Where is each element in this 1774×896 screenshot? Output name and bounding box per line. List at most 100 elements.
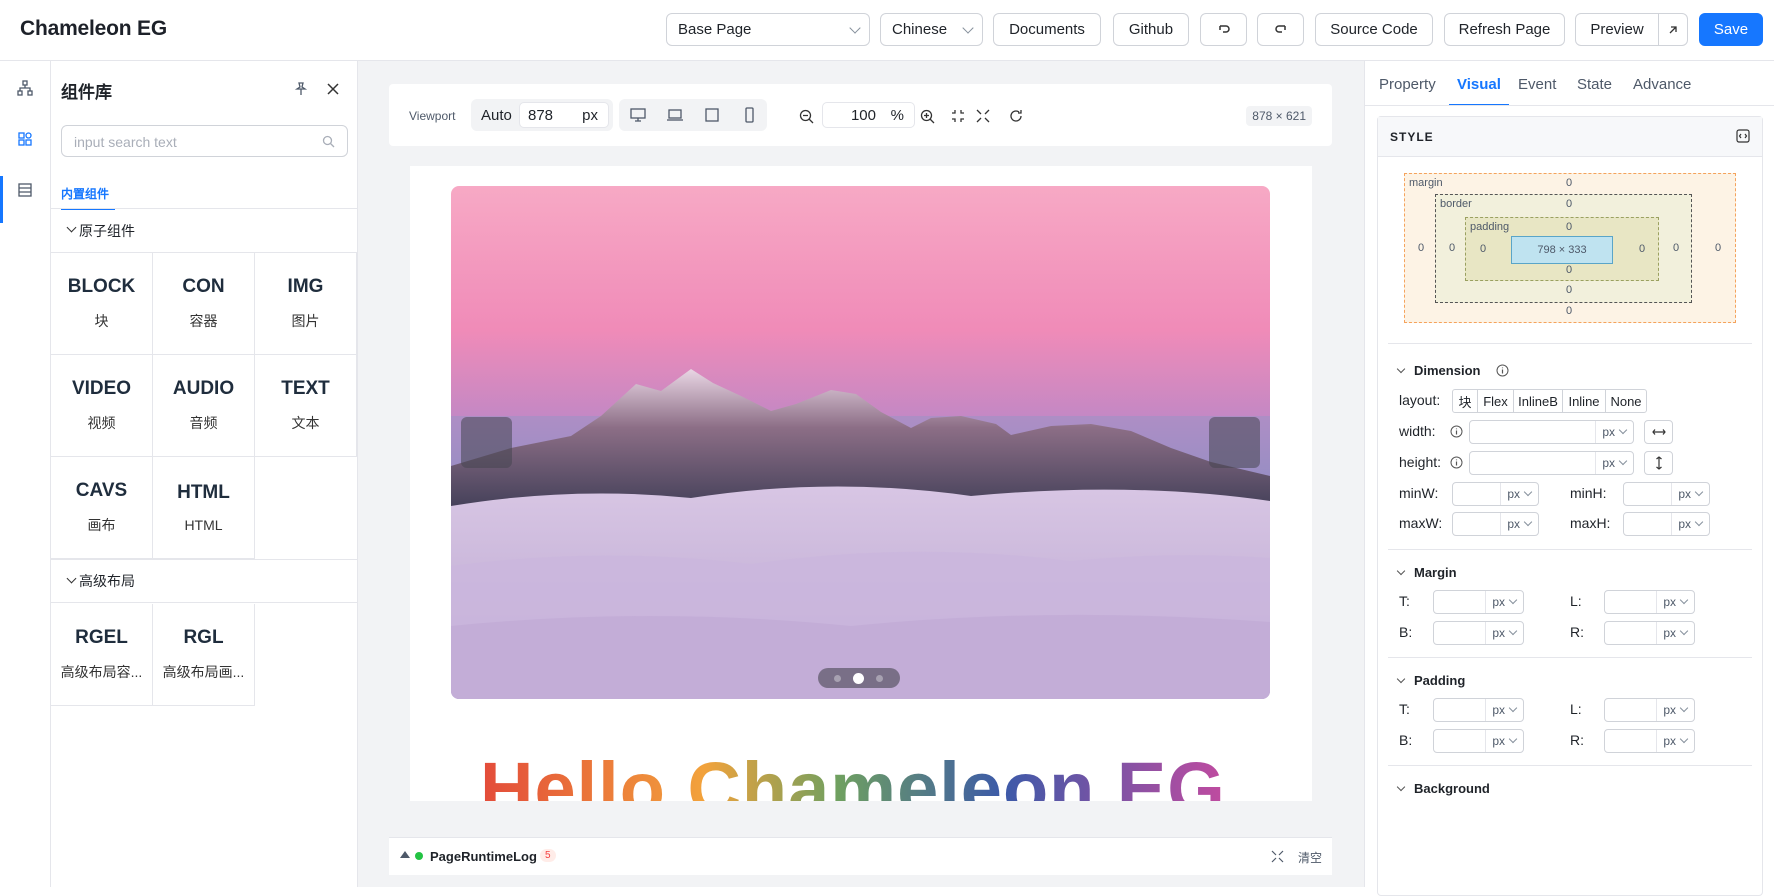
margin-left-input[interactable]: px bbox=[1604, 590, 1695, 614]
component-canvas[interactable]: CAVS 画布 bbox=[51, 457, 153, 559]
component-container[interactable]: CON 容器 bbox=[153, 253, 255, 355]
layout-option-flex[interactable]: Flex bbox=[1477, 389, 1514, 413]
viewport-mode[interactable]: Auto bbox=[481, 107, 512, 124]
border-top-value[interactable]: 0 bbox=[1566, 198, 1572, 210]
margin-top-value[interactable]: 0 bbox=[1566, 177, 1572, 189]
margin-top-input[interactable]: px bbox=[1433, 590, 1524, 614]
components-icon[interactable] bbox=[15, 129, 35, 149]
padding-bottom-value[interactable]: 0 bbox=[1566, 264, 1572, 276]
margin-section-header[interactable]: Margin bbox=[1396, 565, 1457, 580]
zoom-out-icon[interactable] bbox=[799, 109, 814, 124]
zoom-input[interactable]: 100 % bbox=[822, 102, 915, 128]
clear-log-button[interactable]: 清空 bbox=[1298, 849, 1322, 866]
component-rgl[interactable]: RGL 高级布局画... bbox=[153, 604, 255, 706]
zoom-in-icon[interactable] bbox=[920, 109, 935, 124]
fit-icon[interactable] bbox=[951, 109, 965, 123]
margin-right-input[interactable]: px bbox=[1604, 621, 1695, 645]
github-button[interactable]: Github bbox=[1113, 13, 1189, 46]
preview-button[interactable]: Preview bbox=[1575, 13, 1659, 46]
border-right-value[interactable]: 0 bbox=[1673, 242, 1679, 254]
layout-option-inlineb[interactable]: InlineB bbox=[1513, 389, 1563, 413]
expand-caret-icon[interactable] bbox=[400, 851, 410, 858]
padding-right-unit[interactable]: px bbox=[1656, 730, 1694, 752]
redo-button[interactable] bbox=[1257, 13, 1304, 46]
data-list-icon[interactable] bbox=[15, 180, 35, 200]
padding-left-input[interactable]: px bbox=[1604, 698, 1695, 722]
page-select[interactable]: Base Page bbox=[666, 13, 870, 46]
page-canvas[interactable]: Hello Chameleon EG bbox=[410, 166, 1312, 801]
margin-right-unit[interactable]: px bbox=[1656, 622, 1694, 644]
carousel-dot[interactable] bbox=[876, 675, 883, 682]
carousel-dot-active[interactable] bbox=[853, 673, 864, 684]
tree-icon[interactable] bbox=[15, 78, 35, 98]
border-left-value[interactable]: 0 bbox=[1449, 242, 1455, 254]
search-input[interactable]: input search text bbox=[61, 125, 348, 157]
width-unit[interactable]: px bbox=[1595, 421, 1633, 443]
source-code-button[interactable]: Source Code bbox=[1315, 13, 1433, 46]
tab-event[interactable]: Event bbox=[1518, 76, 1556, 93]
layout-option-none[interactable]: None bbox=[1605, 389, 1647, 413]
laptop-icon[interactable] bbox=[666, 107, 684, 123]
min-width-unit[interactable]: px bbox=[1500, 483, 1538, 505]
tab-visual[interactable]: Visual bbox=[1457, 76, 1501, 93]
close-icon[interactable] bbox=[326, 82, 340, 96]
component-text[interactable]: TEXT 文本 bbox=[255, 355, 357, 457]
width-auto-button[interactable] bbox=[1644, 420, 1673, 444]
padding-bottom-input[interactable]: px bbox=[1433, 729, 1524, 753]
component-video[interactable]: VIDEO 视频 bbox=[51, 355, 153, 457]
padding-top-unit[interactable]: px bbox=[1485, 699, 1523, 721]
tab-state[interactable]: State bbox=[1577, 76, 1612, 93]
component-rgel[interactable]: RGEL 高级布局容... bbox=[51, 604, 153, 706]
carousel-dot[interactable] bbox=[834, 675, 841, 682]
component-audio[interactable]: AUDIO 音频 bbox=[153, 355, 255, 457]
dimension-section-header[interactable]: Dimension bbox=[1396, 363, 1509, 378]
padding-left-value[interactable]: 0 bbox=[1480, 243, 1486, 255]
border-bottom-value[interactable]: 0 bbox=[1566, 284, 1572, 296]
padding-right-value[interactable]: 0 bbox=[1639, 243, 1645, 255]
documents-button[interactable]: Documents bbox=[993, 13, 1101, 46]
viewport-width-input[interactable]: 878 px bbox=[519, 102, 609, 128]
max-width-unit[interactable]: px bbox=[1500, 513, 1538, 535]
tab-property[interactable]: Property bbox=[1379, 76, 1436, 93]
max-height-unit[interactable]: px bbox=[1671, 513, 1709, 535]
group-atomic-components[interactable]: 原子组件 bbox=[51, 209, 358, 253]
padding-left-unit[interactable]: px bbox=[1656, 699, 1694, 721]
save-button[interactable]: Save bbox=[1699, 13, 1763, 46]
margin-bottom-unit[interactable]: px bbox=[1485, 622, 1523, 644]
padding-top-value[interactable]: 0 bbox=[1566, 221, 1572, 233]
fullscreen-icon[interactable] bbox=[976, 109, 990, 123]
margin-left-unit[interactable]: px bbox=[1656, 591, 1694, 613]
height-unit[interactable]: px bbox=[1595, 452, 1633, 474]
min-width-input[interactable]: px bbox=[1452, 482, 1539, 506]
margin-left-value[interactable]: 0 bbox=[1418, 242, 1424, 254]
code-toggle-icon[interactable] bbox=[1736, 129, 1750, 143]
background-section-header[interactable]: Background bbox=[1396, 781, 1490, 796]
margin-right-value[interactable]: 0 bbox=[1715, 242, 1721, 254]
expand-icon[interactable] bbox=[1271, 850, 1284, 863]
carousel[interactable] bbox=[451, 186, 1270, 699]
component-html[interactable]: HTML HTML bbox=[153, 457, 255, 559]
padding-right-input[interactable]: px bbox=[1604, 729, 1695, 753]
height-input[interactable]: px bbox=[1469, 451, 1634, 475]
layout-option-block[interactable]: 块 bbox=[1452, 389, 1478, 413]
margin-bottom-value[interactable]: 0 bbox=[1566, 305, 1572, 317]
component-image[interactable]: IMG 图片 bbox=[255, 253, 357, 355]
height-auto-button[interactable] bbox=[1644, 451, 1673, 475]
tablet-icon[interactable] bbox=[703, 107, 721, 123]
preview-external-button[interactable] bbox=[1658, 13, 1688, 46]
carousel-next-button[interactable] bbox=[1209, 417, 1260, 468]
width-input[interactable]: px bbox=[1469, 420, 1634, 444]
min-height-unit[interactable]: px bbox=[1671, 483, 1709, 505]
refresh-page-button[interactable]: Refresh Page bbox=[1444, 13, 1565, 46]
padding-bottom-unit[interactable]: px bbox=[1485, 730, 1523, 752]
runtime-log-bar[interactable]: PageRuntimeLog 5 清空 bbox=[389, 837, 1332, 875]
max-width-input[interactable]: px bbox=[1452, 512, 1539, 536]
component-block[interactable]: BLOCK 块 bbox=[51, 253, 153, 355]
tab-builtin-components[interactable]: 内置组件 bbox=[61, 185, 115, 210]
language-select[interactable]: Chinese bbox=[880, 13, 983, 46]
undo-button[interactable] bbox=[1200, 13, 1247, 46]
layout-option-inline[interactable]: Inline bbox=[1562, 389, 1606, 413]
desktop-icon[interactable] bbox=[629, 107, 647, 123]
tab-advance[interactable]: Advance bbox=[1633, 76, 1691, 93]
mobile-icon[interactable] bbox=[740, 107, 758, 123]
